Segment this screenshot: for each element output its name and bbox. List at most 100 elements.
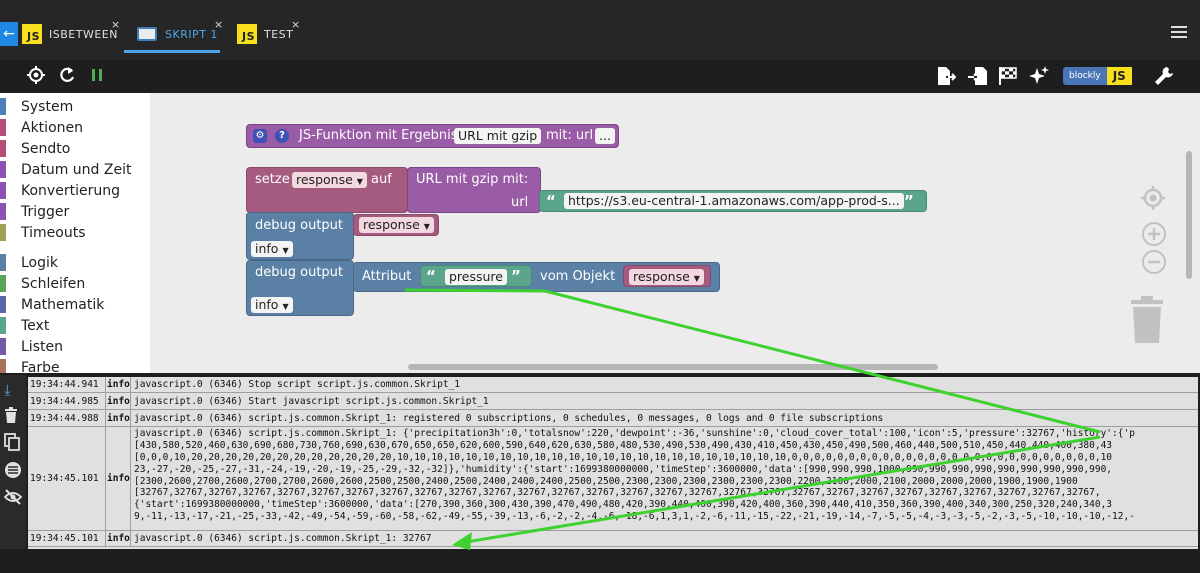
pause-icon[interactable] xyxy=(90,65,104,91)
category-color-swatch xyxy=(0,224,6,241)
log-level: info xyxy=(105,427,131,530)
variable-get-block[interactable]: response ▼ xyxy=(353,214,439,236)
log-level-icon[interactable] xyxy=(4,461,22,483)
log-level-dropdown[interactable]: info ▼ xyxy=(251,297,293,313)
log-toolbar: ⤓ xyxy=(0,375,26,573)
sidebar-item-logik[interactable]: Logik xyxy=(0,252,58,273)
block-category-sidebar: System Aktionen Sendto Datum und Zeit Ko… xyxy=(0,93,150,373)
dropdown-arrow-icon: ▼ xyxy=(423,222,430,231)
function-code-button[interactable]: ... xyxy=(595,128,615,144)
trash-icon[interactable] xyxy=(1129,295,1165,351)
quote-open-icon: “ xyxy=(426,267,436,285)
tab-isbetween[interactable]: JS ISBETWEEN × xyxy=(22,16,121,52)
quote-close-icon: ” xyxy=(511,267,521,285)
log-time: 19:34:44.941 xyxy=(30,379,99,390)
reload-icon[interactable] xyxy=(58,65,76,91)
sidebar-item-mathematik[interactable]: Mathematik xyxy=(0,294,104,315)
copy-log-icon[interactable] xyxy=(4,433,20,455)
log-level-value: info xyxy=(255,297,279,312)
menu-icon[interactable] xyxy=(1171,26,1187,41)
function-name-field[interactable]: URL mit gzip xyxy=(454,128,542,144)
sidebar-item-label: Mathematik xyxy=(21,296,105,313)
export-icon[interactable] xyxy=(935,65,957,93)
attribute-text-block[interactable]: “ pressure ” xyxy=(420,265,532,287)
center-workspace-icon[interactable] xyxy=(1140,185,1166,217)
sidebar-item-timeouts[interactable]: Timeouts xyxy=(0,222,85,243)
variable-name: response xyxy=(363,217,420,232)
log-line: 9,-11,-13,-17,-21,-25,-33,-42,-49,-54,-5… xyxy=(134,511,1135,523)
variable-name: response xyxy=(633,269,690,284)
log-panel: 19:34:44.941 info javascript.0 (6346) St… xyxy=(28,377,1198,549)
function-definition-block[interactable]: ⚙ ? JS-Funktion mit Ergebnis URL mit gzi… xyxy=(246,124,619,148)
log-level: info xyxy=(105,377,131,392)
variable-dropdown[interactable]: response ▼ xyxy=(359,217,434,233)
log-row: 19:34:44.941 info javascript.0 (6346) St… xyxy=(28,377,1198,393)
import-icon[interactable] xyxy=(967,65,989,93)
sidebar-item-listen[interactable]: Listen xyxy=(0,336,63,357)
log-line: javascript.0 (6346) script.js.common.Skr… xyxy=(134,428,1135,439)
log-time: 19:34:44.985 xyxy=(30,395,99,407)
debug-output-label: debug output xyxy=(255,265,344,280)
url-text-block[interactable]: “ https://s3.eu-central-1.amazonaws.com/… xyxy=(539,190,927,212)
blockly-js-toggle[interactable]: blockly JS xyxy=(1063,67,1132,85)
sidebar-item-label: Logik xyxy=(21,254,59,271)
quote-close-icon: ” xyxy=(904,192,914,210)
log-row: 19:34:44.988 info javascript.0 (6346) sc… xyxy=(28,410,1198,427)
log-row: 19:34:44.985 info javascript.0 (6346) St… xyxy=(28,393,1198,410)
category-color-swatch xyxy=(0,359,6,373)
debug-output-block-1[interactable]: debug output info ▼ xyxy=(246,212,354,260)
close-icon[interactable]: × xyxy=(291,18,301,31)
wrench-icon[interactable] xyxy=(1153,65,1175,93)
variable-dropdown[interactable]: response ▼ xyxy=(292,172,367,188)
sidebar-item-konvertierung[interactable]: Konvertierung xyxy=(0,180,120,201)
log-row: 19:34:45.101 info javascript.0 (6346) sc… xyxy=(28,427,1198,531)
log-message: javascript.0 (6346) script.js.common.Skr… xyxy=(132,427,1198,530)
dropdown-arrow-icon: ▼ xyxy=(282,302,289,311)
url-text-field[interactable]: https://s3.eu-central-1.amazonaws.com/ap… xyxy=(564,193,904,209)
back-arrow-icon[interactable]: ← xyxy=(0,22,18,46)
sidebar-item-aktionen[interactable]: Aktionen xyxy=(0,117,83,138)
sidebar-item-label: Schleifen xyxy=(21,275,86,292)
target-icon[interactable] xyxy=(26,65,46,91)
sidebar-item-text[interactable]: Text xyxy=(0,315,49,336)
tab-test[interactable]: JS TEST × xyxy=(237,16,300,52)
quote-open-icon: “ xyxy=(546,192,556,210)
procedure-call-block[interactable]: URL mit gzip mit: url xyxy=(407,167,541,213)
blockly-workspace[interactable]: ⚙ ? JS-Funktion mit Ergebnis URL mit gzi… xyxy=(150,93,1200,373)
help-icon[interactable]: ? xyxy=(275,129,289,143)
horizontal-scrollbar[interactable] xyxy=(408,364,938,370)
log-line: [32767,32767,32767,32767,32767,32767,327… xyxy=(134,487,1101,499)
attribute-text-field[interactable]: pressure xyxy=(445,269,507,285)
sidebar-item-label: Trigger xyxy=(21,203,70,220)
variable-name: response xyxy=(296,172,353,187)
category-color-swatch xyxy=(0,254,6,271)
object-variable-block[interactable]: response ▼ xyxy=(623,265,711,287)
sidebar-item-trigger[interactable]: Trigger xyxy=(0,201,69,222)
sidebar-item-sendto[interactable]: Sendto xyxy=(0,138,70,159)
close-icon[interactable]: × xyxy=(111,18,121,31)
sidebar-item-schleifen[interactable]: Schleifen xyxy=(0,273,85,294)
set-variable-block[interactable]: setze response ▼ auf xyxy=(246,167,408,213)
log-message: javascript.0 (6346) Stop script script.j… xyxy=(134,379,461,390)
hide-log-icon[interactable] xyxy=(3,489,23,509)
log-level-dropdown[interactable]: info ▼ xyxy=(251,241,293,257)
variable-dropdown[interactable]: response ▼ xyxy=(629,269,704,285)
sidebar-item-system[interactable]: System xyxy=(0,96,73,117)
gear-icon[interactable]: ⚙ xyxy=(253,129,267,143)
debug-output-label: debug output xyxy=(255,218,344,233)
log-level: info xyxy=(105,531,131,546)
sidebar-item-label: Listen xyxy=(21,338,63,355)
debug-output-block-2[interactable]: debug output info ▼ xyxy=(246,260,354,316)
delete-log-icon[interactable] xyxy=(4,407,18,427)
zoom-out-icon[interactable] xyxy=(1141,249,1167,281)
category-color-swatch xyxy=(0,317,6,334)
vertical-scrollbar[interactable] xyxy=(1186,151,1192,279)
close-icon[interactable]: × xyxy=(214,18,224,31)
sparkle-icon[interactable] xyxy=(1028,65,1050,93)
sidebar-item-farbe[interactable]: Farbe xyxy=(0,357,60,373)
tab-skript-1[interactable]: SKRIPT 1 × xyxy=(137,16,223,52)
js-icon: JS xyxy=(237,24,257,44)
scroll-down-icon[interactable]: ⤓ xyxy=(4,381,11,399)
sidebar-item-datum-und-zeit[interactable]: Datum und Zeit xyxy=(0,159,131,180)
flag-icon[interactable] xyxy=(997,65,1019,93)
